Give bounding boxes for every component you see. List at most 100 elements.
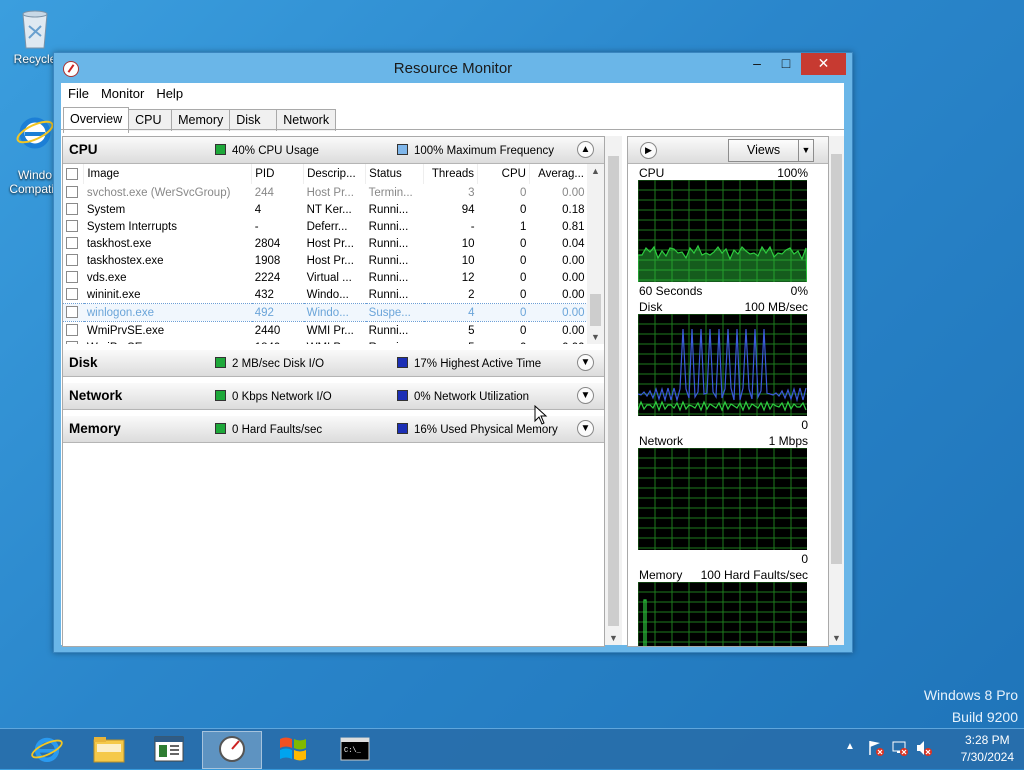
collapse-panel-arrow-icon[interactable]: ▶	[640, 142, 657, 159]
cell-pid: 244	[254, 186, 274, 199]
blue-legend-square	[397, 357, 408, 368]
dropdown-arrow-icon[interactable]: ▼	[798, 140, 813, 161]
graph-time-label: 60 Seconds	[639, 284, 703, 298]
green-legend-square	[215, 144, 226, 155]
row-checkbox-cell[interactable]	[63, 269, 84, 286]
scroll-thumb[interactable]	[590, 294, 601, 326]
minimize-button[interactable]: –	[743, 53, 771, 75]
tab-cpu[interactable]: CPU	[128, 109, 173, 131]
blue-legend-square	[397, 423, 408, 434]
row-checkbox[interactable]	[66, 341, 78, 344]
taskbar-command-prompt-button[interactable]: C:\_	[326, 731, 384, 767]
taskbar-file-explorer-button[interactable]	[80, 731, 138, 767]
resource-monitor-icon	[219, 736, 245, 762]
col-threads[interactable]: Threads	[423, 164, 479, 184]
scroll-up-icon[interactable]: ▲	[591, 166, 600, 176]
select-all-header[interactable]	[63, 164, 85, 184]
scroll-down-icon[interactable]: ▼	[609, 633, 618, 643]
row-checkbox-cell[interactable]	[63, 322, 84, 340]
col-cpu[interactable]: CPU	[477, 164, 530, 184]
left-scroll-thumb[interactable]	[608, 156, 619, 626]
row-checkbox[interactable]	[66, 306, 78, 318]
row-checkbox[interactable]	[66, 271, 78, 283]
menu-help[interactable]: Help	[151, 86, 188, 101]
table-row[interactable]: System Interrupts - Deferr... Runni... - 1 0.8…	[63, 218, 588, 235]
menu-monitor[interactable]: Monitor	[96, 86, 149, 101]
blue-legend-square	[397, 390, 408, 401]
graphs-scrollbar[interactable]: ▼	[829, 136, 844, 645]
row-checkbox-cell[interactable]	[63, 235, 84, 252]
row-checkbox-cell[interactable]	[63, 184, 84, 201]
row-checkbox[interactable]	[66, 254, 78, 266]
taskbar-ie-button[interactable]	[18, 731, 76, 767]
collapse-chevron-icon[interactable]: ▲	[577, 141, 594, 158]
row-checkbox-cell[interactable]	[63, 303, 84, 322]
expand-chevron-icon[interactable]: ▼	[577, 420, 594, 437]
action-center-flag-icon[interactable]	[867, 739, 885, 757]
table-row[interactable]: System 4 NT Ker... Runni... 94 0 0.18	[63, 201, 588, 218]
table-row[interactable]: WmiPrvSE.exe1840WMI Pr...Runni...500.00	[63, 339, 588, 344]
cell-pid: 1840	[252, 339, 304, 345]
views-dropdown[interactable]: Views ▼	[728, 139, 814, 162]
scroll-down-icon[interactable]: ▼	[591, 332, 600, 342]
row-checkbox[interactable]	[66, 237, 78, 249]
table-row[interactable]: taskhostex.exe 1908 Host Pr... Runni... 10 0 0…	[63, 252, 588, 269]
row-checkbox[interactable]	[66, 220, 78, 232]
clock[interactable]: 3:28 PM 7/30/2024	[961, 733, 1014, 764]
table-row[interactable]: taskhost.exe 2804 Host Pr... Runni... 10 0 0.0…	[63, 235, 588, 252]
table-row[interactable]: svchost.exe (WerSvcGroup) 244 Host Pr... Te…	[63, 184, 588, 201]
row-checkbox-cell[interactable]	[63, 286, 84, 304]
table-row[interactable]: winlogon.exe 492 Windo... Suspe... 4 0 0.00	[63, 303, 588, 322]
network-io-indicator: 0 Kbps Network I/O	[215, 390, 332, 403]
left-panel-scrollbar[interactable]: ▼	[605, 136, 622, 645]
cell-threads: 94	[461, 203, 475, 216]
taskbar-resource-monitor-button[interactable]	[202, 731, 262, 769]
row-checkbox-cell[interactable]	[63, 339, 84, 344]
row-checkbox[interactable]	[66, 288, 78, 300]
volume-muted-icon[interactable]	[915, 739, 933, 757]
scroll-down-icon[interactable]: ▼	[832, 633, 841, 643]
network-section-header[interactable]: Network 0 Kbps Network I/O 0% Network Ut…	[63, 383, 604, 410]
cpu-graph-block: CPU 100% 60 Seconds 0%	[628, 164, 828, 298]
expand-chevron-icon[interactable]: ▼	[577, 387, 594, 404]
row-checkbox-cell[interactable]	[63, 252, 84, 269]
menu-file[interactable]: File	[63, 86, 94, 101]
row-checkbox[interactable]	[66, 203, 78, 215]
row-checkbox-cell[interactable]	[63, 218, 84, 235]
command-prompt-icon: C:\_	[340, 737, 370, 761]
cpu-section-header[interactable]: CPU 40% CPU Usage 100% Maximum Frequency…	[63, 137, 604, 164]
graph-min-label: 0	[801, 418, 808, 432]
process-table-scrollbar[interactable]: ▲ ▼	[587, 164, 604, 344]
row-checkbox-cell[interactable]	[63, 201, 84, 218]
title-bar[interactable]: Resource Monitor – □ ✕	[54, 53, 852, 83]
row-checkbox[interactable]	[66, 324, 78, 336]
table-row[interactable]: vds.exe 2224 Virtual ... Runni... 12 0 0.00	[63, 269, 588, 286]
tab-disk[interactable]: Disk	[229, 109, 278, 131]
tab-memory[interactable]: Memory	[171, 109, 231, 131]
col-image[interactable]: Image	[83, 164, 253, 184]
row-checkbox[interactable]	[66, 186, 78, 198]
graphs-scroll-thumb[interactable]	[831, 154, 842, 564]
close-button[interactable]: ✕	[801, 53, 846, 75]
cell-average: 0.00	[562, 271, 585, 284]
disk-section-header[interactable]: Disk 2 MB/sec Disk I/O 17% Highest Activ…	[63, 350, 604, 377]
maximize-button[interactable]: □	[772, 53, 800, 75]
cell-image: taskhostex.exe	[86, 254, 164, 267]
select-all-checkbox[interactable]	[66, 167, 78, 180]
taskbar: C:\_ ▲ 3:28 PM 7/30/2024	[0, 728, 1024, 769]
memory-section-header[interactable]: Memory 0 Hard Faults/sec 16% Used Physic…	[63, 416, 604, 443]
network-status-icon[interactable]	[891, 739, 909, 757]
col-status[interactable]: Status	[365, 164, 425, 184]
taskbar-app-button[interactable]	[140, 731, 198, 767]
col-pid[interactable]: PID	[251, 164, 305, 184]
disk-graph-block: Disk 100 MB/sec 0	[628, 298, 828, 432]
col-average[interactable]: Averag...	[529, 164, 589, 184]
expand-chevron-icon[interactable]: ▼	[577, 354, 594, 371]
show-hidden-icons-icon[interactable]: ▲	[845, 741, 855, 752]
cell-status: Runni...	[368, 237, 409, 250]
taskbar-windows-button[interactable]	[264, 731, 322, 767]
col-description[interactable]: Descrip...	[303, 164, 367, 184]
tab-network[interactable]: Network	[276, 109, 337, 131]
table-row[interactable]: wininit.exe 432 Windo... Runni... 2 0 0.00	[63, 286, 588, 304]
table-row[interactable]: WmiPrvSE.exe 2440 WMI Pr... Runni... 5 0 0.00	[63, 322, 588, 340]
